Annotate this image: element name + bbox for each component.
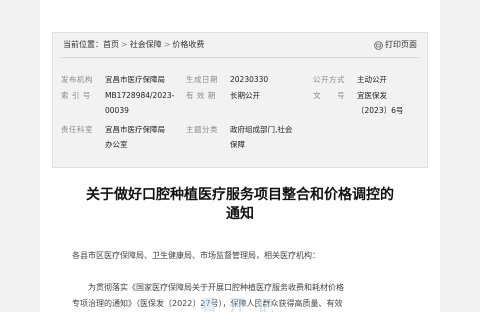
generated-date-label: 生成日期 bbox=[186, 75, 218, 84]
page-title-line2: 通知 bbox=[226, 206, 254, 222]
validity-value: 长期公开 bbox=[230, 91, 260, 100]
print-page-button[interactable]: 打印页面 bbox=[374, 39, 417, 51]
index-number-line1: MB1728984/2023- bbox=[105, 91, 175, 100]
printer-icon bbox=[374, 40, 383, 50]
document-number-line1: 宜医保发 bbox=[357, 91, 387, 100]
validity-label: 有 效 期 bbox=[186, 91, 216, 100]
topic-category-line2: 保障 bbox=[230, 140, 245, 149]
breadcrumb-pricing-link[interactable]: 价格收费 bbox=[172, 40, 204, 49]
print-page-label: 打印页面 bbox=[385, 40, 417, 49]
topic-category-label: 主题分类 bbox=[186, 125, 218, 134]
document-number-label: 文 号 bbox=[313, 91, 345, 100]
index-number-line2: 00039 bbox=[105, 106, 129, 115]
generated-date-value: 20230330 bbox=[230, 75, 269, 84]
page-title-line1: 关于做好口腔种植医疗服务项目整合和价格调控的 bbox=[86, 187, 394, 203]
body-salutation: 各县市区医疗保障局、卫生健康局、市场监督管理局，相关医疗机构： bbox=[72, 251, 320, 260]
disclosure-method-label: 公开方式 bbox=[313, 75, 345, 84]
disclosure-method-value: 主动公开 bbox=[357, 75, 387, 84]
breadcrumb: 当前位置：首页 > 社会保障 > 价格收费 bbox=[63, 39, 204, 51]
document-info-panel: 当前位置：首页 > 社会保障 > 价格收费 打印页面 发布机构 宜昌市医疗保障局 索 引… bbox=[52, 32, 428, 168]
responsible-office-line2: 办公室 bbox=[105, 140, 128, 149]
page-title: 关于做好口腔种植医疗服务项目整合和价格调控的 通知 bbox=[56, 186, 424, 224]
breadcrumb-separator: > bbox=[121, 40, 128, 49]
breadcrumb-separator: > bbox=[163, 40, 171, 49]
page-container: 当前位置：首页 > 社会保障 > 价格收费 打印页面 发布机构 宜昌市医疗保障局 索 引… bbox=[40, 0, 440, 312]
publisher-value: 宜昌市医疗保障局 bbox=[105, 75, 165, 84]
breadcrumb-social-security-link[interactable]: 社会保障 bbox=[130, 40, 162, 49]
index-number-label: 索 引 号 bbox=[61, 91, 91, 100]
breadcrumb-home-link[interactable]: 首页 bbox=[103, 40, 119, 49]
document-number-line2: 〔2023〕6号 bbox=[357, 106, 404, 115]
topic-category-line1: 政府组成部门,社会 bbox=[230, 125, 293, 134]
responsible-office-label: 责任科室 bbox=[61, 125, 93, 134]
publisher-label: 发布机构 bbox=[61, 75, 93, 84]
divider bbox=[61, 57, 419, 58]
breadcrumb-prefix: 当前位置： bbox=[63, 40, 103, 49]
responsible-office-line1: 宜昌市医疗保障局 bbox=[105, 125, 165, 134]
watermark: 看 开 记 bbox=[200, 297, 277, 312]
